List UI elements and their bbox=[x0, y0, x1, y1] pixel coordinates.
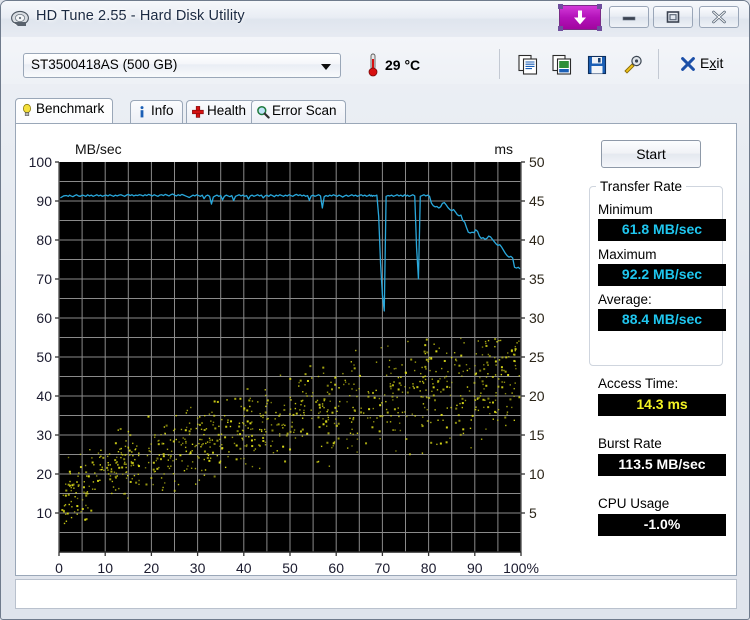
svg-text:50: 50 bbox=[282, 560, 298, 574]
svg-text:90: 90 bbox=[36, 193, 52, 209]
burst-rate-label: Burst Rate bbox=[598, 436, 662, 451]
svg-text:0: 0 bbox=[55, 560, 63, 574]
svg-text:ms: ms bbox=[494, 141, 513, 157]
hd-tune-window: HD Tune 2.55 - Hard Disk Utility bbox=[0, 0, 750, 620]
average-value: 88.4 MB/sec bbox=[598, 309, 726, 331]
svg-text:80: 80 bbox=[421, 560, 437, 574]
thermometer-icon bbox=[367, 53, 379, 77]
tab-health[interactable]: Health bbox=[186, 100, 255, 123]
svg-text:10: 10 bbox=[529, 466, 545, 482]
svg-text:50: 50 bbox=[529, 154, 545, 170]
svg-text:60: 60 bbox=[36, 310, 52, 326]
close-button[interactable] bbox=[699, 6, 739, 28]
start-button[interactable]: Start bbox=[601, 140, 701, 168]
tab-info-label: Info bbox=[151, 103, 174, 118]
svg-text:30: 30 bbox=[529, 310, 545, 326]
svg-text:70: 70 bbox=[36, 271, 52, 287]
handle-tr bbox=[597, 4, 602, 9]
exit-label-post: it bbox=[716, 55, 723, 71]
close-icon bbox=[712, 11, 727, 24]
svg-text:20: 20 bbox=[36, 466, 52, 482]
access-time-label: Access Time: bbox=[598, 376, 678, 391]
svg-text:40: 40 bbox=[529, 232, 545, 248]
maximum-value: 92.2 MB/sec bbox=[598, 264, 726, 286]
cpu-usage-value: -1.0% bbox=[598, 514, 726, 536]
svg-text:35: 35 bbox=[529, 271, 545, 287]
svg-text:50: 50 bbox=[36, 349, 52, 365]
save-icon[interactable] bbox=[586, 54, 608, 76]
cpu-usage-label: CPU Usage bbox=[598, 496, 669, 511]
svg-text:100: 100 bbox=[29, 154, 53, 170]
magnifier-icon bbox=[256, 105, 270, 119]
lightbulb-icon bbox=[20, 103, 34, 117]
handle-bl bbox=[558, 26, 563, 31]
red-cross-icon bbox=[191, 105, 205, 119]
toolbar-separator-1 bbox=[499, 49, 500, 79]
maximum-label: Maximum bbox=[598, 247, 657, 262]
handle-tl bbox=[558, 4, 563, 9]
average-label: Average: bbox=[598, 292, 652, 307]
svg-text:70: 70 bbox=[375, 560, 391, 574]
svg-text:10: 10 bbox=[97, 560, 113, 574]
handle-br bbox=[597, 26, 602, 31]
tab-health-label: Health bbox=[207, 103, 246, 118]
svg-text:25: 25 bbox=[529, 349, 545, 365]
svg-text:20: 20 bbox=[529, 388, 545, 404]
tab-error-scan-label: Error Scan bbox=[272, 103, 337, 118]
exit-label: Exit bbox=[700, 55, 723, 71]
tab-benchmark[interactable]: Benchmark bbox=[15, 98, 113, 123]
info-icon bbox=[135, 105, 149, 119]
tab-benchmark-label: Benchmark bbox=[36, 101, 104, 116]
minimize-icon bbox=[622, 13, 636, 21]
exit-label-pre: E bbox=[700, 55, 709, 71]
svg-text:30: 30 bbox=[36, 427, 52, 443]
start-button-label: Start bbox=[636, 146, 666, 162]
benchmark-chart: 1020304050607080901005101520253035404550… bbox=[16, 124, 586, 574]
maximize-button[interactable] bbox=[653, 6, 693, 28]
window-title: HD Tune 2.55 - Hard Disk Utility bbox=[36, 8, 245, 24]
drive-select[interactable]: ST3500418AS (500 GB) bbox=[23, 53, 341, 78]
status-bar bbox=[15, 579, 737, 609]
svg-text:10: 10 bbox=[36, 505, 52, 521]
svg-text:15: 15 bbox=[529, 427, 545, 443]
svg-text:80: 80 bbox=[36, 232, 52, 248]
svg-text:100%: 100% bbox=[503, 560, 539, 574]
svg-text:40: 40 bbox=[236, 560, 252, 574]
burst-rate-value: 113.5 MB/sec bbox=[598, 454, 726, 476]
svg-text:30: 30 bbox=[190, 560, 206, 574]
svg-text:90: 90 bbox=[467, 560, 483, 574]
svg-text:60: 60 bbox=[328, 560, 344, 574]
minimum-value: 61.8 MB/sec bbox=[598, 219, 726, 241]
svg-text:40: 40 bbox=[36, 388, 52, 404]
transfer-rate-group-title: Transfer Rate bbox=[596, 179, 686, 194]
download-arrow-icon bbox=[572, 9, 588, 26]
exit-x-icon bbox=[681, 57, 695, 71]
temperature-value: 29 °C bbox=[385, 57, 420, 73]
download-arrow-button[interactable] bbox=[559, 5, 601, 30]
svg-text:45: 45 bbox=[529, 193, 545, 209]
svg-text:20: 20 bbox=[144, 560, 160, 574]
benchmark-panel: 1020304050607080901005101520253035404550… bbox=[15, 123, 737, 576]
drive-select-value: ST3500418AS (500 GB) bbox=[31, 57, 177, 72]
hard-disk-icon bbox=[10, 9, 30, 29]
tab-error-scan[interactable]: Error Scan bbox=[251, 100, 346, 123]
tab-info[interactable]: Info bbox=[130, 100, 183, 123]
access-time-value: 14.3 ms bbox=[598, 394, 726, 416]
svg-text:MB/sec: MB/sec bbox=[75, 141, 122, 157]
maximize-icon bbox=[666, 11, 680, 24]
tools-icon[interactable] bbox=[621, 54, 643, 76]
toolbar-separator-2 bbox=[658, 49, 659, 79]
copy-image-icon[interactable] bbox=[551, 54, 573, 76]
minimize-button[interactable] bbox=[609, 6, 649, 28]
title-bar: HD Tune 2.55 - Hard Disk Utility bbox=[1, 1, 749, 38]
copy-text-icon[interactable] bbox=[517, 54, 539, 76]
svg-text:5: 5 bbox=[529, 505, 537, 521]
chevron-down-icon bbox=[321, 64, 331, 70]
benchmark-chart-svg: 1020304050607080901005101520253035404550… bbox=[16, 124, 586, 574]
minimum-label: Minimum bbox=[598, 202, 653, 217]
